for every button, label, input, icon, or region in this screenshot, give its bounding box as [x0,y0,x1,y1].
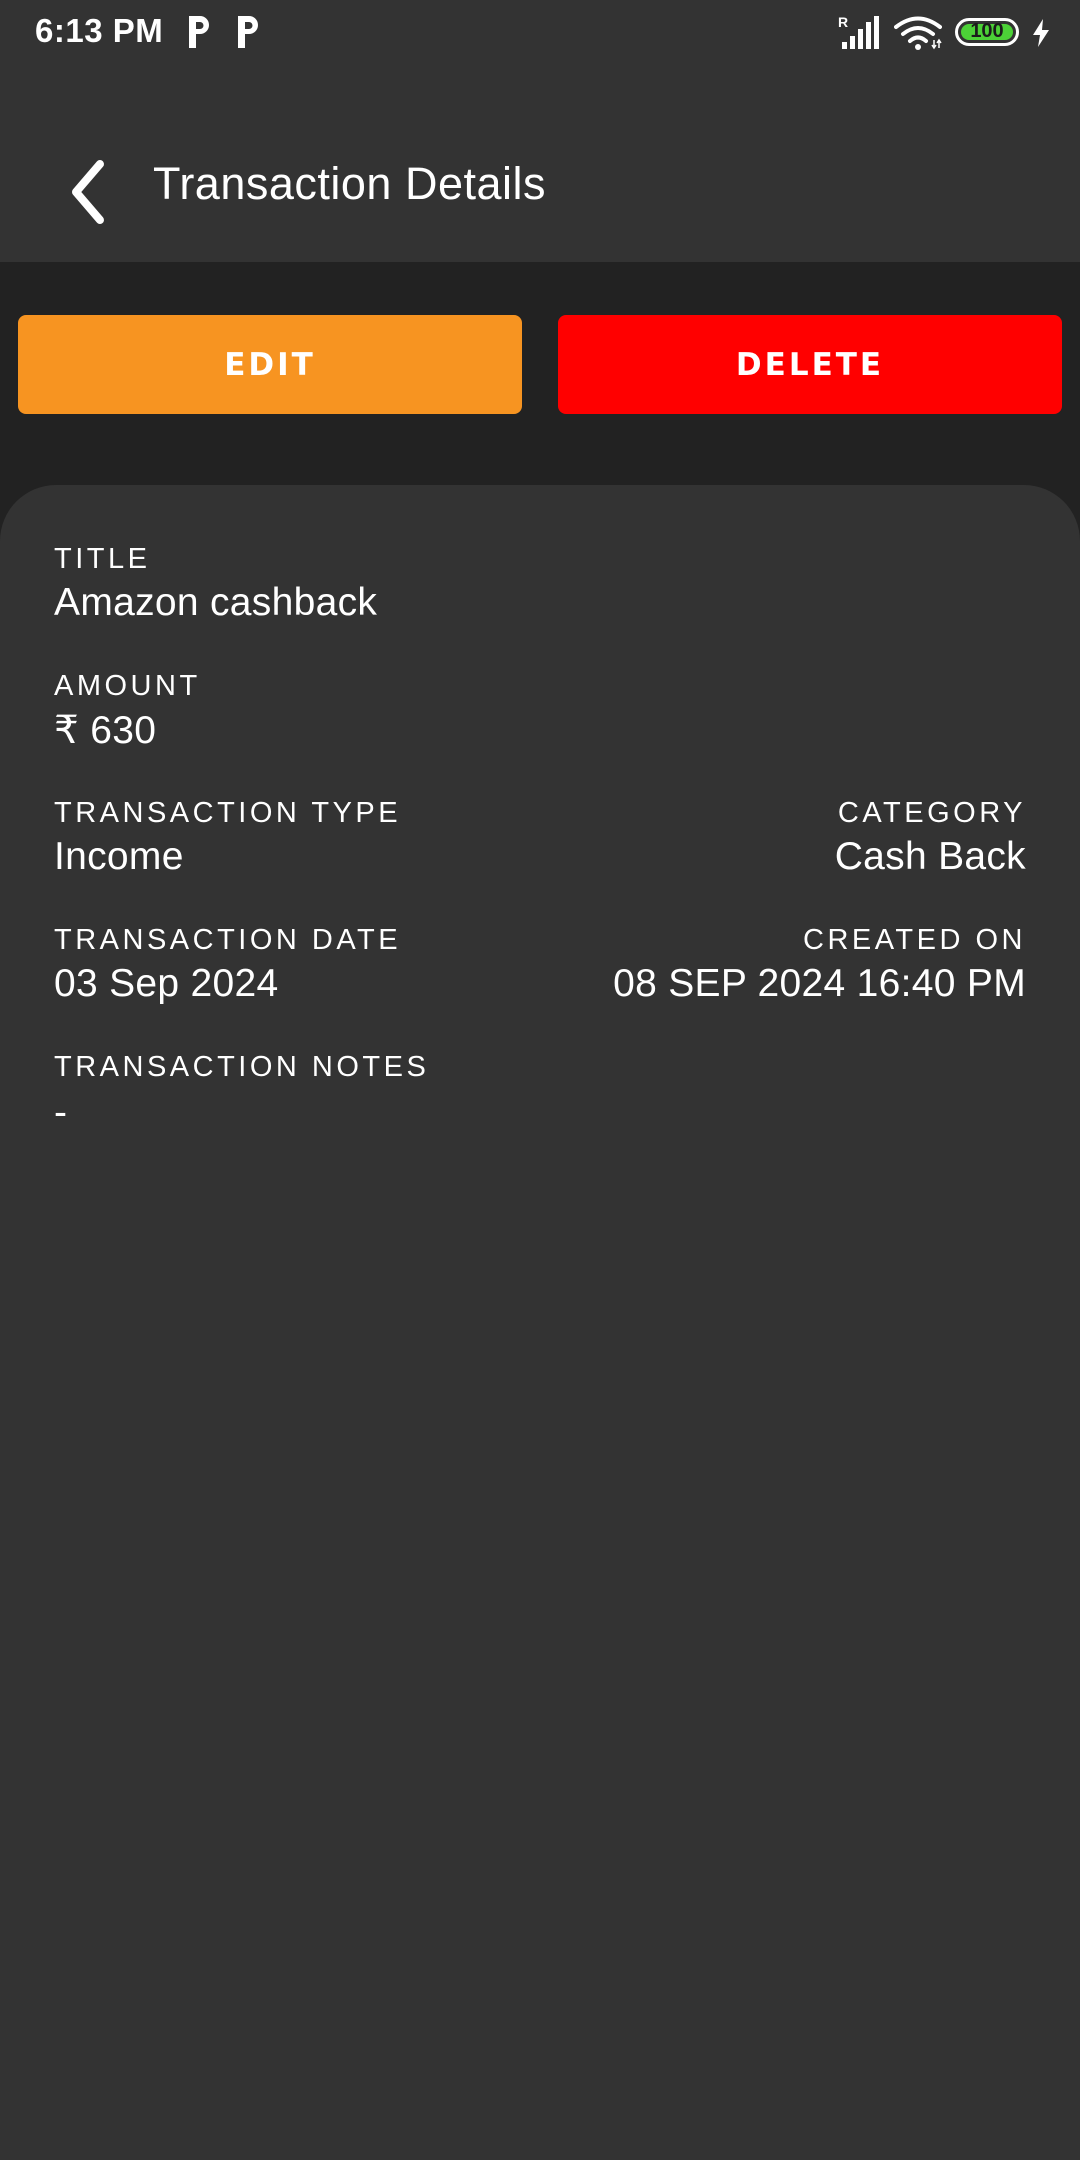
back-chevron-icon [72,160,104,224]
transaction-date-label: TRANSACTION DATE [54,924,402,956]
signal-badge: R [838,14,848,30]
title-value: Amazon cashback [54,581,378,624]
wifi-icon [894,16,942,50]
title-label: TITLE [54,543,151,575]
page-title: Transaction Details [153,158,546,209]
back-button[interactable] [52,152,132,232]
transaction-date-value: 03 Sep 2024 [54,962,279,1005]
signal-icon: R [838,14,879,49]
parking-p-icon [189,16,209,48]
status-time: 6:13 PM [35,12,164,49]
transaction-type-label: TRANSACTION TYPE [54,797,402,829]
charging-bolt-icon [1033,19,1049,47]
delete-button[interactable]: DELETE [558,315,1062,414]
edit-button[interactable]: EDIT [18,315,522,414]
category-value: Cash Back [834,835,1026,878]
category-label: CATEGORY [837,797,1026,829]
transaction-notes-label: TRANSACTION NOTES [54,1051,430,1083]
amount-value: ₹ 630 [54,709,157,752]
transaction-details-card: TITLE Amazon cashback AMOUNT ₹ 630 TRANS… [0,485,1080,2160]
status-bar: 6:13 PM R 100 [0,0,1080,66]
screen: 6:13 PM R 100 Transaction Details EDIT D… [0,0,1080,2160]
created-on-label: CREATED ON [803,924,1026,956]
app-bar: Transaction Details [0,66,1080,262]
transaction-notes-value: - [54,1091,68,1134]
battery-level: 100 [970,20,1004,42]
transaction-type-value: Income [54,835,184,878]
parking-p-icon [238,16,258,48]
created-on-value: 08 SEP 2024 16:40 PM [613,962,1026,1005]
amount-label: AMOUNT [54,670,201,702]
battery-icon: 100 [955,18,1019,46]
